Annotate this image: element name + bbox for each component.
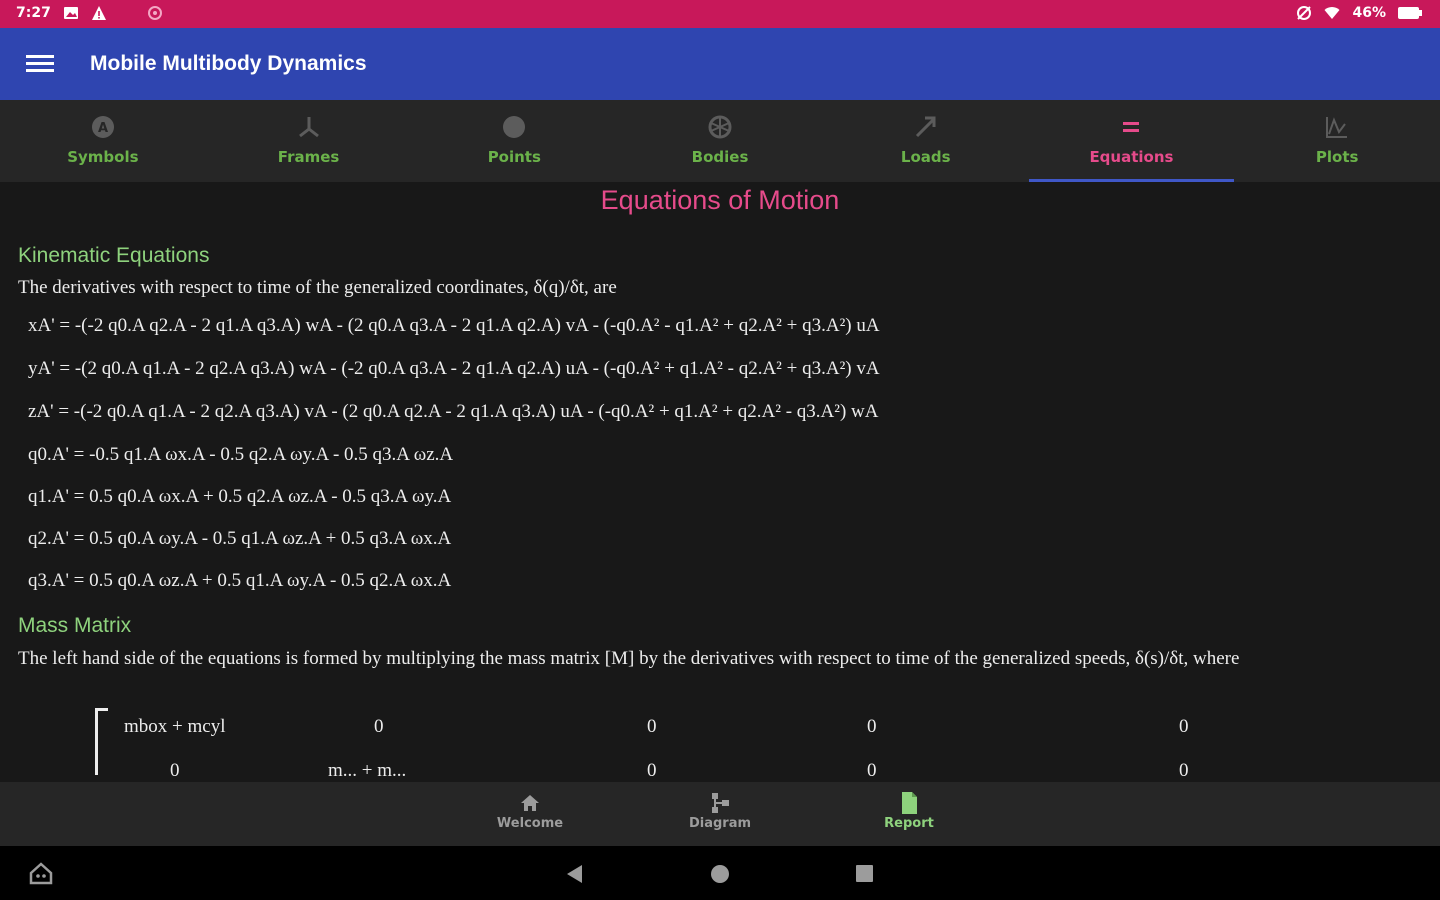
image-icon — [63, 7, 78, 19]
matrix-bracket — [95, 708, 108, 775]
home-circle-icon[interactable] — [710, 864, 730, 884]
mass-matrix-heading: Mass Matrix — [18, 614, 132, 637]
svg-text:A: A — [98, 121, 108, 136]
tab-equations[interactable]: Equations — [1028, 100, 1235, 182]
tab-label: Points — [487, 148, 541, 166]
matrix-cell: 0 — [867, 716, 877, 737]
kinematic-heading: Kinematic Equations — [18, 244, 210, 267]
settings-icon — [147, 6, 162, 20]
points-icon — [503, 116, 526, 138]
nav-welcome[interactable]: Welcome — [470, 790, 590, 831]
app-title: Mobile Multibody Dynamics — [90, 52, 367, 75]
status-time: 7:27 — [16, 5, 51, 21]
battery-percent: 46% — [1352, 5, 1386, 21]
nav-label: Welcome — [496, 816, 564, 831]
battery-icon — [1398, 7, 1422, 19]
tab-points[interactable]: Points — [411, 100, 617, 182]
nav-report[interactable]: Report — [849, 790, 969, 831]
kinematic-equation: xA' = -(-2 q0.A q2.A - 2 q1.A q3.A) wA -… — [28, 315, 880, 336]
sync-off-icon — [1297, 6, 1312, 20]
matrix-cell: 0 — [374, 716, 384, 737]
matrix-cell: 0 — [1179, 716, 1189, 737]
matrix-cell: 0 — [867, 760, 877, 781]
app-bar: Mobile Multibody Dynamics — [0, 28, 1440, 100]
matrix-cell: 0 — [647, 716, 657, 737]
nav-diagram[interactable]: Diagram — [660, 790, 780, 831]
matrix-cell: 0 — [170, 760, 180, 781]
matrix-cell: m... + m... — [328, 760, 407, 781]
symbols-icon: A — [91, 116, 114, 138]
nav-label: Report — [884, 816, 934, 831]
kinematic-equation: q2.A' = 0.5 q0.A ωy.A - 0.5 q1.A ωz.A + … — [28, 528, 452, 549]
frames-icon — [298, 117, 319, 138]
back-icon[interactable] — [564, 863, 586, 885]
tab-label: Frames — [277, 148, 340, 166]
report-icon — [902, 792, 917, 814]
kinematic-description: The derivatives with respect to time of … — [18, 277, 617, 298]
bodies-icon — [708, 115, 732, 139]
tab-label: Equations — [1089, 148, 1174, 166]
kinematic-equation: zA' = -(-2 q0.A q1.A - 2 q2.A q3.A) vA -… — [28, 401, 879, 422]
wifi-icon — [1324, 7, 1340, 19]
tab-loads[interactable]: Loads — [823, 100, 1029, 182]
mass-matrix-description: The left hand side of the equations is f… — [18, 648, 1240, 669]
tab-label: Loads — [900, 148, 951, 166]
warning-icon — [91, 6, 106, 20]
tab-symbols[interactable]: A Symbols — [0, 100, 206, 182]
matrix-cell: 0 — [647, 760, 657, 781]
tab-label: Bodies — [691, 148, 749, 166]
matrix-cell: 0 — [1179, 760, 1189, 781]
assistant-icon[interactable] — [28, 860, 54, 886]
kinematic-equation: q1.A' = 0.5 q0.A ωx.A + 0.5 q2.A ωz.A - … — [28, 486, 452, 507]
nav-label: Diagram — [688, 816, 752, 831]
system-navigation-bar — [0, 846, 1440, 900]
report-content[interactable]: Equations of Motion Kinematic Equations … — [0, 182, 1440, 782]
loads-icon — [915, 116, 936, 138]
equations-icon — [1123, 122, 1140, 132]
kinematic-equation: yA' = -(2 q0.A q1.A - 2 q2.A q3.A) wA - … — [28, 358, 880, 379]
kinematic-equation: q3.A' = 0.5 q0.A ωz.A + 0.5 q1.A ωy.A - … — [28, 570, 452, 591]
recents-icon[interactable] — [855, 864, 874, 883]
tab-bodies[interactable]: Bodies — [617, 100, 823, 182]
page-title: Equations of Motion — [600, 185, 840, 215]
diagram-icon — [712, 793, 729, 813]
bottom-navigation: Welcome Diagram Report — [0, 782, 1440, 846]
menu-icon[interactable] — [26, 52, 54, 76]
tab-label: Symbols — [67, 148, 139, 166]
tab-label: Plots — [1315, 148, 1359, 166]
home-icon — [521, 795, 539, 811]
plots-icon — [1326, 117, 1348, 138]
kinematic-equation: q0.A' = -0.5 q1.A ωx.A - 0.5 q2.A ωy.A -… — [28, 444, 454, 465]
status-bar: 7:27 46% — [0, 0, 1440, 28]
tab-frames[interactable]: Frames — [206, 100, 412, 182]
tab-bar: A Symbols Frames Points Bodies Loads Equ… — [0, 100, 1440, 182]
matrix-cell: mbox + mcyl — [124, 716, 226, 737]
tab-plots[interactable]: Plots — [1234, 100, 1440, 182]
